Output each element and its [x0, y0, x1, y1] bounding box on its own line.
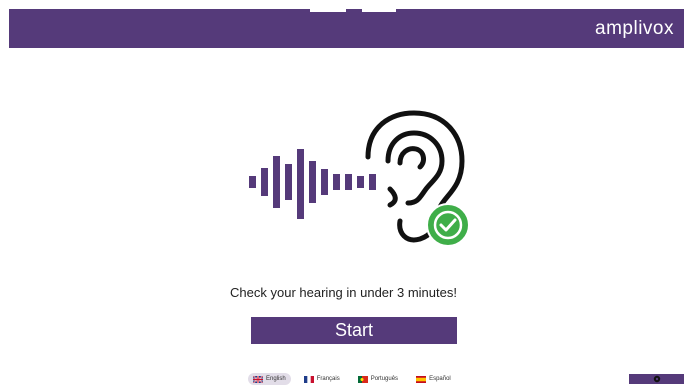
soundwave-icon — [249, 149, 376, 219]
app-window: amplivox Check your hearing in under 3 m… — [0, 0, 687, 392]
language-option-francais[interactable]: Français — [299, 373, 345, 385]
language-option-english[interactable]: English — [248, 373, 291, 385]
language-option-espanol[interactable]: Español — [411, 373, 456, 385]
gear-icon — [653, 375, 660, 383]
language-label: Français — [316, 376, 340, 382]
language-option-portugues[interactable]: Português — [353, 373, 403, 385]
language-label: Português — [370, 376, 399, 382]
ear-with-soundwave-icon — [249, 110, 470, 247]
uk-flag-icon — [253, 375, 263, 383]
language-label: English — [266, 376, 286, 382]
language-selector: English Français Português Español — [248, 373, 456, 385]
header-bar: amplivox — [9, 9, 684, 48]
portugal-flag-icon — [357, 375, 368, 383]
header-tab-indicator — [310, 9, 346, 12]
header-tab-indicator — [362, 9, 396, 12]
spain-flag-icon — [416, 375, 427, 383]
start-button[interactable]: Start — [251, 317, 457, 344]
settings-button[interactable] — [629, 374, 684, 384]
check-circle-icon — [426, 203, 470, 247]
language-label: Español — [429, 376, 451, 382]
brand-logo: amplivox — [595, 18, 674, 39]
headline-text: Check your hearing in under 3 minutes! — [230, 285, 457, 300]
window-edge-left — [0, 0, 9, 392]
france-flag-icon — [303, 375, 314, 383]
